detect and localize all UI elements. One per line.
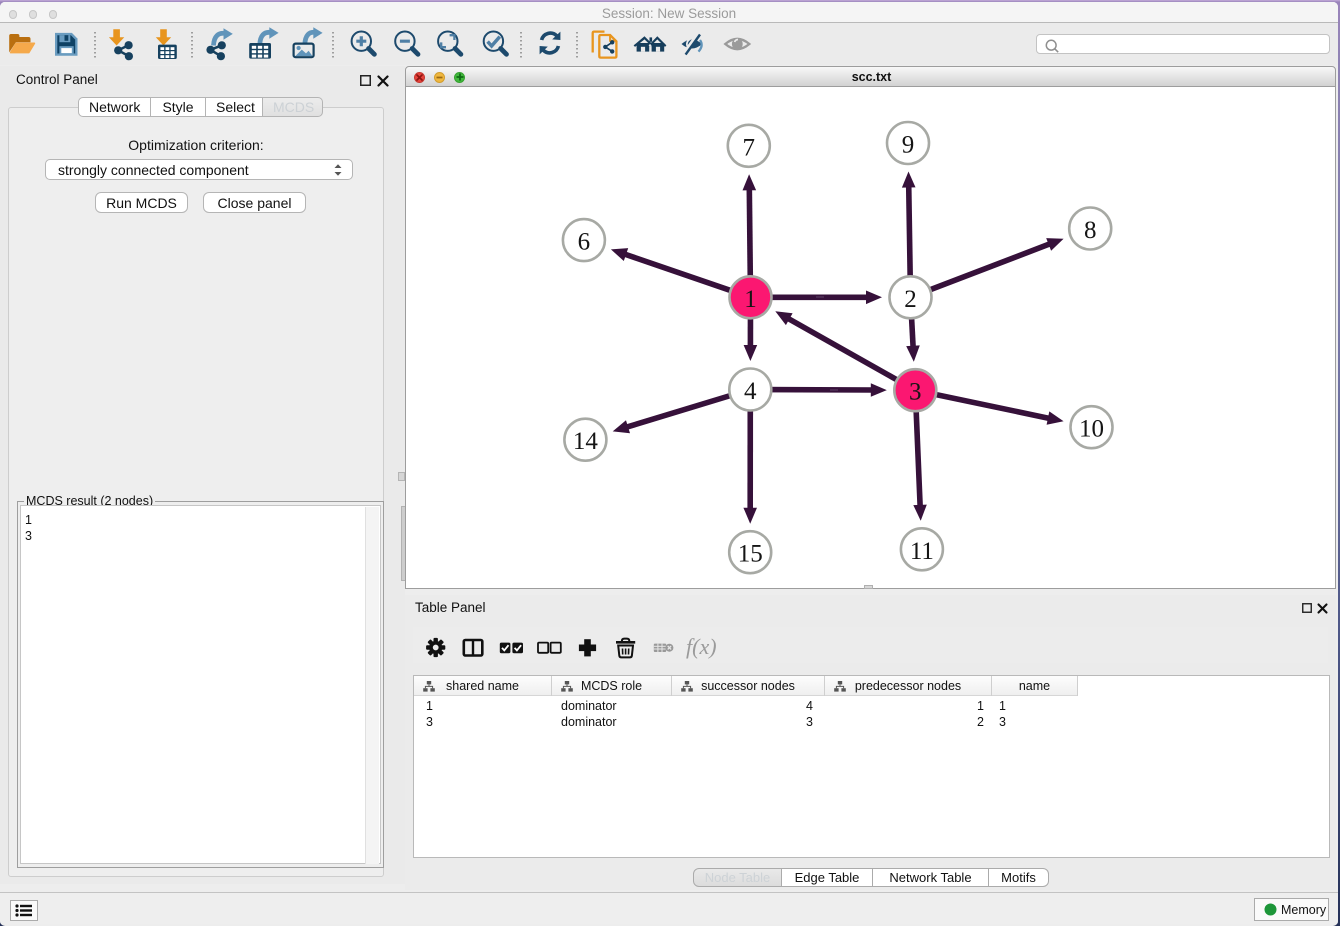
svg-text:7: 7 [743,134,756,161]
svg-text:11: 11 [910,538,934,565]
svg-text:3: 3 [909,379,922,406]
svg-text:1: 1 [744,286,757,313]
svg-text:15: 15 [738,541,763,568]
svg-text:8: 8 [1084,217,1097,244]
svg-text:2: 2 [904,286,917,313]
svg-text:9: 9 [902,132,915,159]
svg-text:14: 14 [573,428,599,455]
svg-text:f(x): f(x) [686,634,717,659]
svg-text:6: 6 [578,229,591,256]
svg-text:10: 10 [1079,416,1104,443]
svg-text:4: 4 [744,378,757,405]
